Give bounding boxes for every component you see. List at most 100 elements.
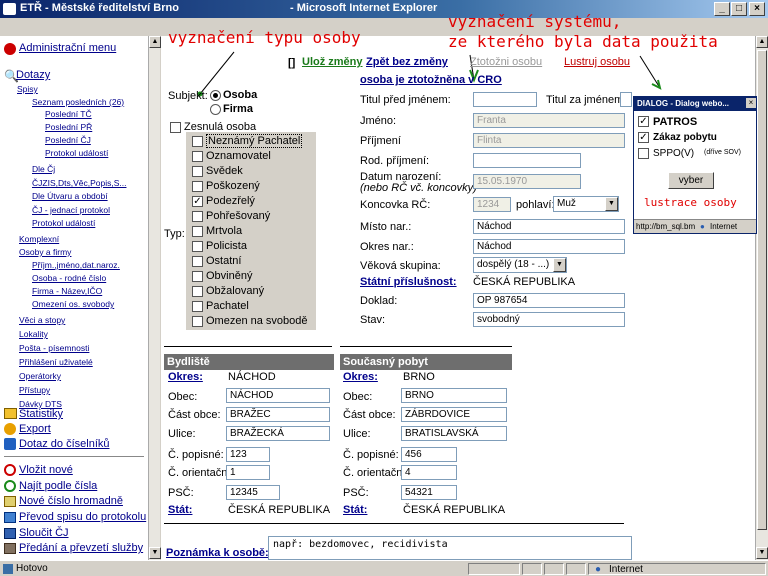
bydliste-psc-input[interactable]: 12345 (226, 485, 280, 500)
scroll-up-arrow-icon[interactable]: ▲ (756, 36, 768, 48)
patros-checkbox[interactable]: ✓ (638, 116, 649, 127)
datum-input[interactable]: 15.05.1970 (473, 174, 581, 189)
sidebar-item-sloucit[interactable]: Sloučit ČJ (19, 527, 69, 539)
zesnula-checkbox[interactable] (170, 122, 181, 133)
sidebar-item-vlozit[interactable]: Vložit nové (19, 464, 73, 476)
scroll-down-arrow-icon[interactable]: ▼ (149, 547, 161, 559)
typ-checkbox[interactable] (192, 241, 203, 252)
sidebar-scrollbar[interactable]: ▲ ▼ (148, 36, 161, 560)
subjekt-osoba-radio[interactable] (210, 90, 221, 101)
typ-checkbox[interactable] (192, 181, 203, 192)
scroll-thumb[interactable] (757, 50, 767, 530)
vekova-select[interactable]: dospělý (18 - ...) ▼ (473, 257, 567, 273)
typ-item[interactable]: Pohřešovaný (192, 210, 270, 222)
typ-item[interactable]: Obviněný (192, 270, 252, 282)
sidebar-item-protokol2[interactable]: Protokol událostí (32, 218, 95, 228)
doklad-input[interactable]: OP 987654 (473, 293, 625, 308)
bydliste-cp-input[interactable]: 123 (226, 447, 270, 462)
typ-item[interactable]: Poškozený (192, 180, 260, 192)
identify-person-link[interactable]: Ztotožni osobu (470, 56, 542, 68)
sidebar-item-prevod[interactable]: Převod spisu do protokolu (19, 511, 146, 523)
typ-checkbox[interactable] (192, 151, 203, 162)
typ-item[interactable]: ✓ Podezřelý (192, 195, 255, 207)
subjekt-firma-radio[interactable] (210, 104, 221, 115)
typ-checkbox[interactable] (192, 286, 203, 297)
bydliste-ulice-input[interactable]: BRAŽECKÁ (226, 426, 330, 441)
sidebar-item-cj-jednaci[interactable]: ČJ - jednací protokol (32, 205, 110, 215)
bydliste-okres-link[interactable]: Okres: (168, 371, 203, 383)
sidebar-item-seznam[interactable]: Seznam posledních (26) (32, 97, 124, 107)
soucasny-obec-input[interactable]: BRNO (401, 388, 507, 403)
bydliste-cast-input[interactable]: BRAŽEC (226, 407, 330, 422)
close-button[interactable]: × (749, 2, 765, 16)
soucasny-psc-input[interactable]: 54321 (401, 485, 457, 500)
typ-checkbox[interactable] (192, 136, 203, 147)
typ-item[interactable]: Pachatel (192, 300, 249, 312)
minimize-button[interactable]: _ (714, 2, 730, 16)
bydliste-co-input[interactable]: 1 (226, 465, 270, 480)
soucasny-co-input[interactable]: 4 (401, 465, 457, 480)
sidebar-item-firma[interactable]: Firma - Název,IČO (32, 286, 102, 296)
sidebar-item-admin[interactable]: Administrační menu (19, 42, 116, 54)
typ-item[interactable]: Ostatní (192, 255, 241, 267)
okres-nar-input[interactable]: Náchod (473, 239, 625, 254)
scroll-down-arrow-icon[interactable]: ▼ (756, 547, 768, 559)
typ-item[interactable]: Mrtvola (192, 225, 242, 237)
koncovka-input[interactable]: 1234 (473, 197, 511, 212)
bydliste-stat-link[interactable]: Stát: (168, 504, 192, 516)
sidebar-item-osoba-rc[interactable]: Osoba - rodné číslo (32, 273, 106, 283)
titul-pred-input[interactable] (473, 92, 537, 107)
save-changes-link[interactable]: Ulož změny (302, 56, 363, 68)
sidebar-item-prihlaseni[interactable]: Přihlášení uživatelé (19, 357, 93, 367)
typ-checkbox[interactable] (192, 166, 203, 177)
sidebar-item-nove-cislo[interactable]: Nové číslo hromadně (19, 495, 123, 507)
soucasny-cast-input[interactable]: ZÁBRDOVICE (401, 407, 507, 422)
sidebar-item-osoby[interactable]: Osoby a firmy (19, 247, 71, 257)
prijmeni-input[interactable]: Flinta (473, 133, 625, 148)
misto-input[interactable]: Náchod (473, 219, 625, 234)
sidebar-item-export[interactable]: Export (19, 423, 51, 435)
sidebar-item-pristupy[interactable]: Přístupy (19, 385, 50, 395)
vyber-button[interactable]: vyber (668, 172, 714, 189)
sidebar-item-posledni-cj[interactable]: Poslední ČJ (45, 135, 91, 145)
sidebar-item-dle-cj[interactable]: Dle Čj (32, 164, 55, 174)
typ-checkbox[interactable] (192, 226, 203, 237)
sidebar-item-prijm[interactable]: Příjm.,jméno,dat.naroz. (32, 260, 120, 270)
sidebar-item-lokality[interactable]: Lokality (19, 329, 48, 339)
sppo-checkbox[interactable] (638, 148, 649, 159)
sidebar-item-dle-utvaru[interactable]: Dle Útvaru a období (32, 191, 108, 201)
rod-prijmeni-input[interactable] (473, 153, 581, 168)
pohlavi-select[interactable]: Muž ▼ (553, 196, 619, 212)
jmeno-input[interactable]: Franta (473, 113, 625, 128)
sidebar-item-najit[interactable]: Najít podle čísla (19, 480, 97, 492)
sidebar-item-predani[interactable]: Předání a převzetí služby (19, 542, 143, 554)
soucasny-ulice-input[interactable]: BRATISLAVSKÁ (401, 426, 507, 441)
dialog-close-icon[interactable]: × (746, 98, 756, 108)
bydliste-obec-input[interactable]: NÁCHOD (226, 388, 330, 403)
typ-item[interactable]: Policista (192, 240, 247, 252)
typ-checkbox[interactable] (192, 271, 203, 282)
typ-item[interactable]: Neznámý Pachatel (192, 134, 303, 148)
typ-checkbox[interactable]: ✓ (192, 196, 203, 207)
stav-input[interactable]: svobodný (473, 312, 625, 327)
typ-item[interactable]: Obžalovaný (192, 285, 264, 297)
maximize-button[interactable]: □ (731, 2, 747, 16)
typ-item[interactable]: Svědek (192, 165, 243, 177)
back-without-change-link[interactable]: Zpět bez změny (366, 56, 448, 68)
typ-checkbox[interactable] (192, 316, 203, 327)
titul-za-input[interactable] (620, 92, 632, 107)
typ-item[interactable]: Oznamovatel (192, 150, 271, 162)
typ-item[interactable]: Omezen na svobodě (192, 315, 308, 327)
sidebar-item-posledni-pr[interactable]: Poslední PŘ (45, 122, 92, 132)
poznamka-link[interactable]: Poznámka k osobě: (166, 547, 269, 559)
poznamka-textarea[interactable]: např: bezdomovec, recidivista (268, 536, 632, 560)
scroll-up-arrow-icon[interactable]: ▲ (149, 36, 161, 48)
soucasny-stat-link[interactable]: Stát: (343, 504, 367, 516)
sidebar-item-cjzis[interactable]: ČJZIS,Dts,Věc,Popis,S... (32, 178, 126, 188)
sidebar-item-posta[interactable]: Pošta - písemnosti (19, 343, 89, 353)
sidebar-item-posledni-tc[interactable]: Poslední TČ (45, 109, 92, 119)
zakaz-checkbox[interactable]: ✓ (638, 132, 649, 143)
soucasny-cp-input[interactable]: 456 (401, 447, 457, 462)
sidebar-item-operatorky[interactable]: Operátorky (19, 371, 61, 381)
sidebar-item-ciselnik[interactable]: Dotaz do číselníků (19, 438, 110, 450)
